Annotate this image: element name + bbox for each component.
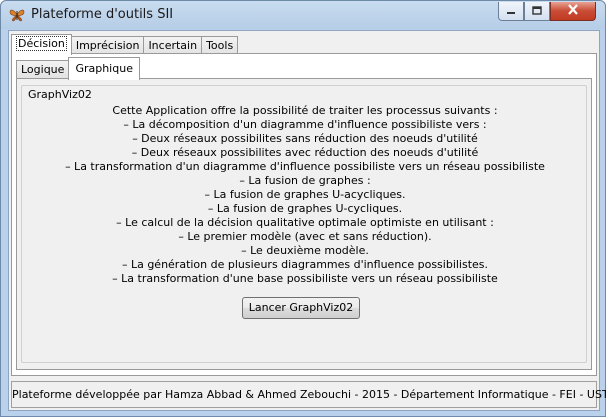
description-line: – Le premier modèle (avec et sans réduct… <box>178 230 432 243</box>
tab-graphique[interactable]: Graphique <box>68 57 140 80</box>
decision-tab-panel: Logique Graphique GraphViz02 Cette Appli… <box>11 53 597 376</box>
footer-panel: Plateforme développée par Hamza Abbad & … <box>11 381 606 408</box>
tab-decision[interactable]: Décision <box>11 34 72 55</box>
graphviz-group-box: GraphViz02 Cette Application offre la po… <box>21 85 587 363</box>
description-line: – Deux réseaux possibilites sans réducti… <box>132 132 478 145</box>
tab-graphique-label: Graphique <box>75 62 133 75</box>
tab-imprecision-label: Imprécision <box>75 39 140 52</box>
description-line: – Deux réseaux possibilites avec réducti… <box>131 146 479 159</box>
window-title: Plateforme d'outils SII <box>31 7 174 22</box>
app-window: Plateforme d'outils SII Décision Impréci… <box>0 0 606 417</box>
tab-tools-label: Tools <box>206 39 234 52</box>
description-line: – Le calcul de la décision qualitative o… <box>116 216 494 229</box>
minimize-icon <box>506 5 516 18</box>
tab-logique[interactable]: Logique <box>16 60 70 79</box>
maximize-icon <box>532 5 542 18</box>
graphique-tab-panel: GraphViz02 Cette Application offre la po… <box>16 78 592 370</box>
launch-graphviz-button[interactable]: Lancer GraphViz02 <box>242 297 360 319</box>
sub-tab-strip: Logique Graphique <box>16 57 140 80</box>
maximize-button[interactable] <box>524 2 550 21</box>
group-title: GraphViz02 <box>27 88 93 101</box>
description-line: – La fusion de graphes U-acycliques. <box>204 188 406 201</box>
tab-incertain-label: Incertain <box>148 39 198 52</box>
description-line: – Le deuxième modèle. <box>241 244 369 257</box>
description-line: – La transformation d'un diagramme d'inf… <box>65 160 545 173</box>
description-line: Cette Application offre la possibilité d… <box>112 104 498 117</box>
description-line: – La génération de plusieurs diagrammes … <box>121 258 489 271</box>
description-line: – La fusion de graphes U-cycliques. <box>207 202 403 215</box>
tab-decision-label: Décision <box>16 36 67 51</box>
close-button[interactable] <box>550 2 596 21</box>
minimize-button[interactable] <box>498 2 524 21</box>
client-area: Décision Imprécision Incertain Tools Log… <box>8 30 606 411</box>
description-line: – La fusion de graphes : <box>239 174 371 187</box>
title-bar[interactable]: Plateforme d'outils SII <box>1 1 605 29</box>
butterfly-icon <box>9 8 25 22</box>
description-line: – La transformation d'une base possibili… <box>112 272 498 285</box>
tab-logique-label: Logique <box>21 63 65 76</box>
close-icon <box>567 4 579 18</box>
description-text: Cette Application offre la possibilité d… <box>22 104 588 286</box>
main-tab-strip: Décision Imprécision Incertain Tools <box>11 34 239 55</box>
footer-credits: Plateforme développée par Hamza Abbad & … <box>12 388 606 401</box>
description-line: – La décomposition d'un diagramme d'infl… <box>123 118 487 131</box>
